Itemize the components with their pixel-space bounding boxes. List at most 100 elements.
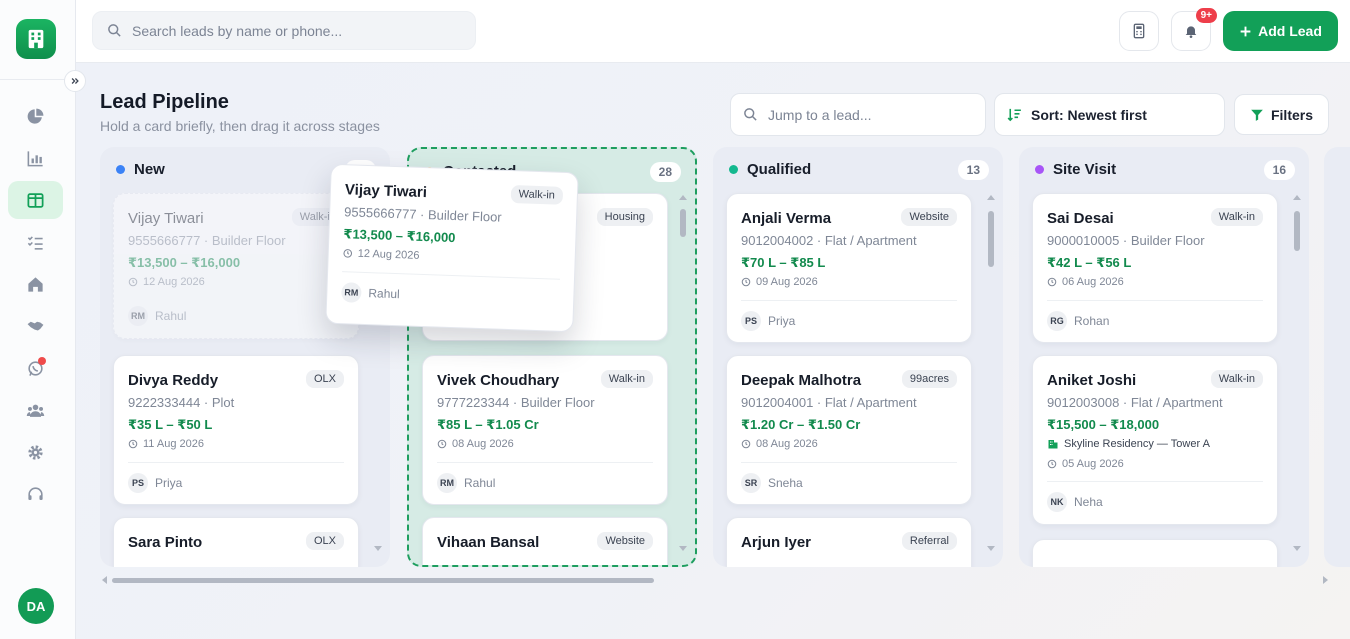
lead-source-tag: OLX xyxy=(305,370,344,388)
notifications-button[interactable]: 9+ xyxy=(1171,8,1217,51)
nav-item-team[interactable] xyxy=(8,391,63,429)
clock-icon xyxy=(343,249,353,258)
page-subtitle: Hold a card briefly, then drag it across… xyxy=(100,118,380,134)
owner-avatar: RM xyxy=(341,282,362,303)
column-title: New xyxy=(134,161,165,178)
owner-name: Neha xyxy=(1074,495,1103,509)
nav-item-properties[interactable] xyxy=(8,265,63,303)
user-avatar[interactable]: DA xyxy=(18,588,54,624)
scroll-up-arrow[interactable] xyxy=(679,195,687,200)
column-scrollbar[interactable] xyxy=(987,195,995,551)
lead-name: Sai Desai xyxy=(1047,210,1114,227)
scroll-up-arrow[interactable] xyxy=(987,195,995,200)
owner-avatar: RM xyxy=(437,473,457,493)
scroll-left-arrow[interactable] xyxy=(102,576,107,584)
search-input[interactable] xyxy=(132,22,432,39)
lead-date: 11 Aug 2026 xyxy=(128,438,204,450)
card-divider xyxy=(741,300,957,301)
nav-item-whatsapp[interactable] xyxy=(8,349,63,387)
sort-dropdown[interactable]: Sort: Newest first xyxy=(994,93,1225,136)
clock-icon xyxy=(128,439,138,449)
bar-chart-icon xyxy=(27,150,43,166)
column-scrollbar[interactable] xyxy=(1293,195,1301,551)
column-site-visit: Site Visit 16 Sai Desai Walk-in 90000100… xyxy=(1019,147,1309,567)
card-divider xyxy=(1047,481,1263,482)
sort-label: Sort: Newest first xyxy=(1031,106,1147,123)
nav-item-support[interactable] xyxy=(8,475,63,513)
jump-input[interactable] xyxy=(768,106,968,123)
owner-avatar: RM xyxy=(128,306,148,326)
scroll-up-arrow[interactable] xyxy=(1293,195,1301,200)
lead-budget: ₹13,500 – ₹16,000 xyxy=(128,255,241,270)
lead-card[interactable]: Vihaan Bansal Website xyxy=(422,517,668,565)
scroll-down-arrow[interactable] xyxy=(987,546,995,551)
sort-icon xyxy=(1007,108,1021,122)
lead-card[interactable]: Sara Pinto OLX xyxy=(113,517,359,567)
nav-item-pipeline[interactable] xyxy=(8,181,63,219)
lead-card[interactable]: Vivek Choudhary Walk-in 9777223344 · Bui… xyxy=(422,355,668,505)
clock-icon xyxy=(437,439,447,449)
calculator-button[interactable] xyxy=(1119,11,1159,51)
nav-item-tasks[interactable] xyxy=(8,223,63,261)
sidebar: DA xyxy=(0,0,76,639)
nav-item-reports[interactable] xyxy=(8,97,63,135)
lead-details: 9222333444 · Plot xyxy=(128,395,235,410)
lead-card[interactable]: Anjali Verma Website 9012004002 · Flat /… xyxy=(726,193,972,343)
lead-project: Skyline Residency — Tower A xyxy=(1047,438,1210,450)
dragging-lead-card[interactable]: Vijay Tiwari Walk-in 9555666777 · Builde… xyxy=(325,163,579,333)
lead-source-tag: Walk-in xyxy=(510,185,564,205)
lead-budget: ₹1.20 Cr – ₹1.50 Cr xyxy=(741,417,861,432)
lead-owner: PS Priya xyxy=(128,473,182,493)
chevrons-right-icon xyxy=(71,78,79,84)
lead-name: Vijay Tiwari xyxy=(128,210,204,227)
scroll-down-arrow[interactable] xyxy=(374,546,382,551)
add-lead-button[interactable]: Add Lead xyxy=(1223,11,1338,51)
column-qualified: Qualified 13 Anjali Verma Website 901200… xyxy=(713,147,1003,567)
scroll-down-arrow[interactable] xyxy=(679,546,687,551)
scroll-thumb[interactable] xyxy=(1294,211,1300,251)
lead-source-tag: Website xyxy=(597,532,653,550)
scroll-thumb[interactable] xyxy=(988,211,994,267)
board-horizontal-scrollbar[interactable] xyxy=(102,575,1328,585)
lead-card[interactable]: Divya Reddy OLX 9222333444 · Plot ₹35 L … xyxy=(113,355,359,505)
scroll-thumb[interactable] xyxy=(112,578,654,583)
global-search[interactable] xyxy=(92,11,476,50)
app-logo[interactable] xyxy=(16,19,56,59)
lead-card-placeholder: Vijay Tiwari Walk-in 9555666777 · Builde… xyxy=(113,193,359,339)
filters-button[interactable]: Filters xyxy=(1234,94,1329,135)
owner-avatar: PS xyxy=(741,311,761,331)
jump-to-lead[interactable] xyxy=(730,93,986,136)
owner-avatar: NK xyxy=(1047,492,1067,512)
lead-card[interactable]: Aniket Joshi Walk-in 9012003008 · Flat /… xyxy=(1032,355,1278,525)
funnel-icon xyxy=(1251,109,1263,121)
lead-card[interactable]: Arjun Iyer Referral xyxy=(726,517,972,567)
lead-date-text: 12 Aug 2026 xyxy=(357,247,420,262)
lead-owner: NK Neha xyxy=(1047,492,1103,512)
scroll-thumb[interactable] xyxy=(680,209,686,237)
scroll-right-arrow[interactable] xyxy=(1323,576,1328,584)
lead-source-tag: OLX xyxy=(305,532,344,550)
nav-item-analytics[interactable] xyxy=(8,139,63,177)
headset-icon xyxy=(28,486,43,500)
bell-icon xyxy=(1185,26,1197,38)
lead-date-text: 11 Aug 2026 xyxy=(143,438,204,450)
expand-sidebar-button[interactable] xyxy=(64,70,86,92)
owner-name: Sneha xyxy=(768,476,803,490)
checklist-icon xyxy=(27,235,43,250)
column-scrollbar[interactable] xyxy=(679,195,687,551)
lead-date-text: 05 Aug 2026 xyxy=(1062,458,1124,470)
kanban-icon xyxy=(27,192,44,208)
nav-item-settings[interactable] xyxy=(8,433,63,471)
users-icon xyxy=(26,404,45,417)
lead-card[interactable]: Sai Desai Walk-in 9000010005 · Builder F… xyxy=(1032,193,1278,343)
column-header: Site Visit xyxy=(1035,161,1116,178)
scroll-down-arrow[interactable] xyxy=(1293,546,1301,551)
pie-chart-icon xyxy=(27,108,44,124)
building-icon xyxy=(28,29,44,49)
lead-card[interactable]: Deepak Malhotra 99acres 9012004001 · Fla… xyxy=(726,355,972,505)
lead-card[interactable] xyxy=(1032,539,1278,567)
lead-date: 12 Aug 2026 xyxy=(343,247,420,262)
card-divider xyxy=(741,462,957,463)
calculator-icon xyxy=(1133,23,1145,39)
nav-item-deals[interactable] xyxy=(8,307,63,345)
